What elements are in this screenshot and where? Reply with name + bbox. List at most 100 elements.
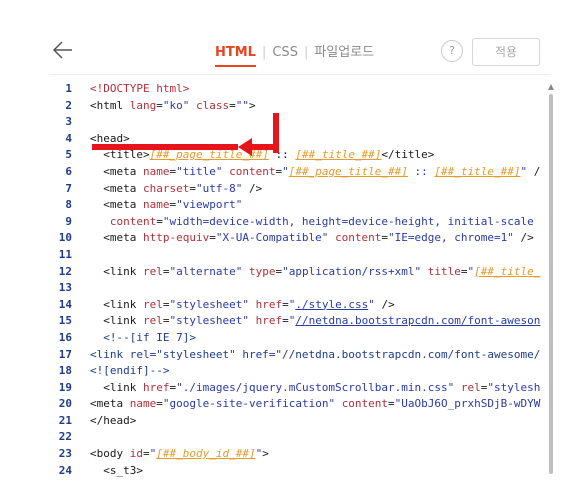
code-token: <!DOCTYPE html> — [90, 82, 190, 95]
code-token: = — [229, 98, 236, 112]
code-token: <link — [90, 314, 143, 328]
code-line[interactable]: 17 <link rel="stylesheet" href="//netdna.… — [50, 347, 547, 364]
code-line[interactable]: 12 <link rel="alternate" type="applicati… — [50, 264, 547, 281]
code-line[interactable]: 11 — [50, 247, 547, 264]
code-editor[interactable]: 1 <!DOCTYPE html> 2 <html lang="ko" class="… — [50, 74, 550, 491]
code-token: rel — [142, 314, 163, 328]
code-line[interactable]: 8 <meta name="viewport" — [50, 197, 547, 214]
code-token: "UaObJ6O_prxhSDjB-wDYW — [394, 397, 541, 411]
code-line[interactable]: 23 <body id="[##_body_id_##]"> — [50, 446, 547, 463]
code-token: <head> — [90, 131, 130, 145]
scroll-up-icon[interactable] — [548, 84, 554, 90]
code-token: = — [143, 447, 150, 461]
code-token: = — [388, 397, 395, 411]
code-line[interactable]: 10 <meta http-equiv="X-UA-Compatible" co… — [50, 230, 547, 247]
code-token: href — [142, 380, 170, 394]
code-line[interactable]: 16 <!--[if IE 7]> — [50, 330, 547, 347]
code-token: [##_title_ — [474, 264, 541, 278]
code-token: rel — [142, 264, 163, 278]
code-token: [##_page_title_##] — [288, 164, 408, 178]
line-number: 13 — [58, 281, 72, 295]
code-token: class — [196, 98, 230, 112]
code-token: name — [142, 164, 170, 178]
code-token: <meta — [90, 231, 143, 245]
code-line[interactable]: 19 <link href="./images/jquery.mCustomSc… — [50, 380, 547, 397]
line-number: 4 — [65, 131, 72, 145]
code-token: <meta — [90, 181, 143, 195]
line-number: 17 — [58, 347, 72, 361]
code-token: > — [262, 447, 269, 461]
tab-css[interactable]: CSS — [272, 43, 298, 63]
line-number: 9 — [65, 214, 72, 228]
code-token: content — [229, 164, 276, 178]
code-token: "stylesh — [487, 380, 541, 394]
code-token: <link — [90, 297, 143, 311]
code-token: <!--[if IE 7]> — [90, 330, 196, 344]
code-token: > — [249, 98, 256, 112]
code-token: [##_title_##] — [434, 164, 521, 178]
code-token: /> — [374, 297, 395, 311]
code-token: "stylesheet" — [169, 297, 249, 311]
apply-button[interactable]: 적용 — [472, 38, 540, 66]
tab-file-upload[interactable]: 파일업로드 — [314, 43, 374, 63]
line-number: 12 — [58, 264, 72, 278]
code-line[interactable]: 9 content="width=device-width, height=de… — [50, 214, 547, 231]
code-token: " — [282, 164, 289, 178]
back-button[interactable] — [52, 35, 78, 65]
code-line[interactable]: 6 <meta name="title" content="[##_page_t… — [50, 164, 547, 181]
help-button[interactable]: ? — [441, 40, 463, 62]
code-line[interactable]: 2 <html lang="ko" class=""> — [50, 98, 547, 115]
line-number: 11 — [58, 247, 72, 261]
code-token: name — [129, 397, 157, 411]
code-token: = — [282, 314, 289, 328]
line-number: 8 — [65, 198, 72, 212]
line-number: 20 — [58, 397, 72, 411]
code-token: = — [282, 297, 289, 311]
line-number: 3 — [65, 115, 72, 129]
line-number: 24 — [58, 463, 72, 477]
code-token: ./style.css — [295, 297, 369, 311]
code-line[interactable]: 14 <link rel="stylesheet" href="./style.… — [50, 297, 547, 314]
code-token: //netdna.bootstrapcdn.com/font-aweson — [295, 314, 541, 328]
code-line[interactable]: 13 — [50, 280, 547, 297]
tab-divider: | — [303, 45, 309, 60]
code-line[interactable]: 3 — [50, 114, 547, 131]
line-number: 16 — [58, 330, 72, 344]
code-token: [##_title_##] — [295, 148, 382, 162]
code-token: <title> — [90, 148, 150, 162]
code-token: "./images/jquery.mCustomScrollbar.min.cs… — [176, 380, 455, 394]
code-line[interactable]: 21 </head> — [50, 413, 547, 430]
tab-html[interactable]: HTML — [215, 43, 256, 67]
code-token: name — [142, 198, 170, 212]
code-line[interactable]: 18 <![endif]--> — [50, 363, 547, 380]
code-token: http-equiv — [142, 231, 210, 245]
code-token: "alternate" — [169, 264, 243, 278]
code-line[interactable]: 7 <meta charset="utf-8" /> — [50, 181, 547, 198]
scrollbar-thumb[interactable] — [549, 94, 553, 474]
code-token: "application/rss+xml" — [282, 264, 422, 278]
code-line[interactable]: 15 <link rel="stylesheet" href="//netdna… — [50, 313, 547, 330]
code-token: "title" — [176, 164, 223, 178]
line-number: 18 — [58, 364, 72, 378]
code-line[interactable]: 22 — [50, 429, 547, 446]
code-token: "google-site-verification" — [162, 397, 336, 411]
code-token: :: — [407, 164, 435, 178]
code-line[interactable]: 24 <s_t3> — [50, 463, 547, 480]
code-token: <link rel="stylesheet" href="//netdna.bo… — [90, 347, 541, 361]
code-token: [##_body_id_##] — [156, 447, 256, 461]
editor-tabs: HTML | CSS | 파일업로드 — [215, 43, 374, 67]
code-token: charset — [142, 181, 190, 195]
code-token: "width=device-width, height=device-heigh… — [162, 214, 534, 228]
line-number: 23 — [58, 447, 72, 461]
code-token: = — [209, 231, 216, 245]
code-line[interactable]: 1 <!DOCTYPE html> — [50, 81, 547, 98]
code-token: <link — [90, 264, 143, 278]
code-token: id — [129, 447, 143, 461]
code-token: content — [341, 397, 389, 411]
code-token: <meta — [90, 397, 130, 411]
code-token: / — [527, 164, 541, 178]
code-line[interactable]: 20 <meta name="google-site-verification" … — [50, 396, 547, 413]
